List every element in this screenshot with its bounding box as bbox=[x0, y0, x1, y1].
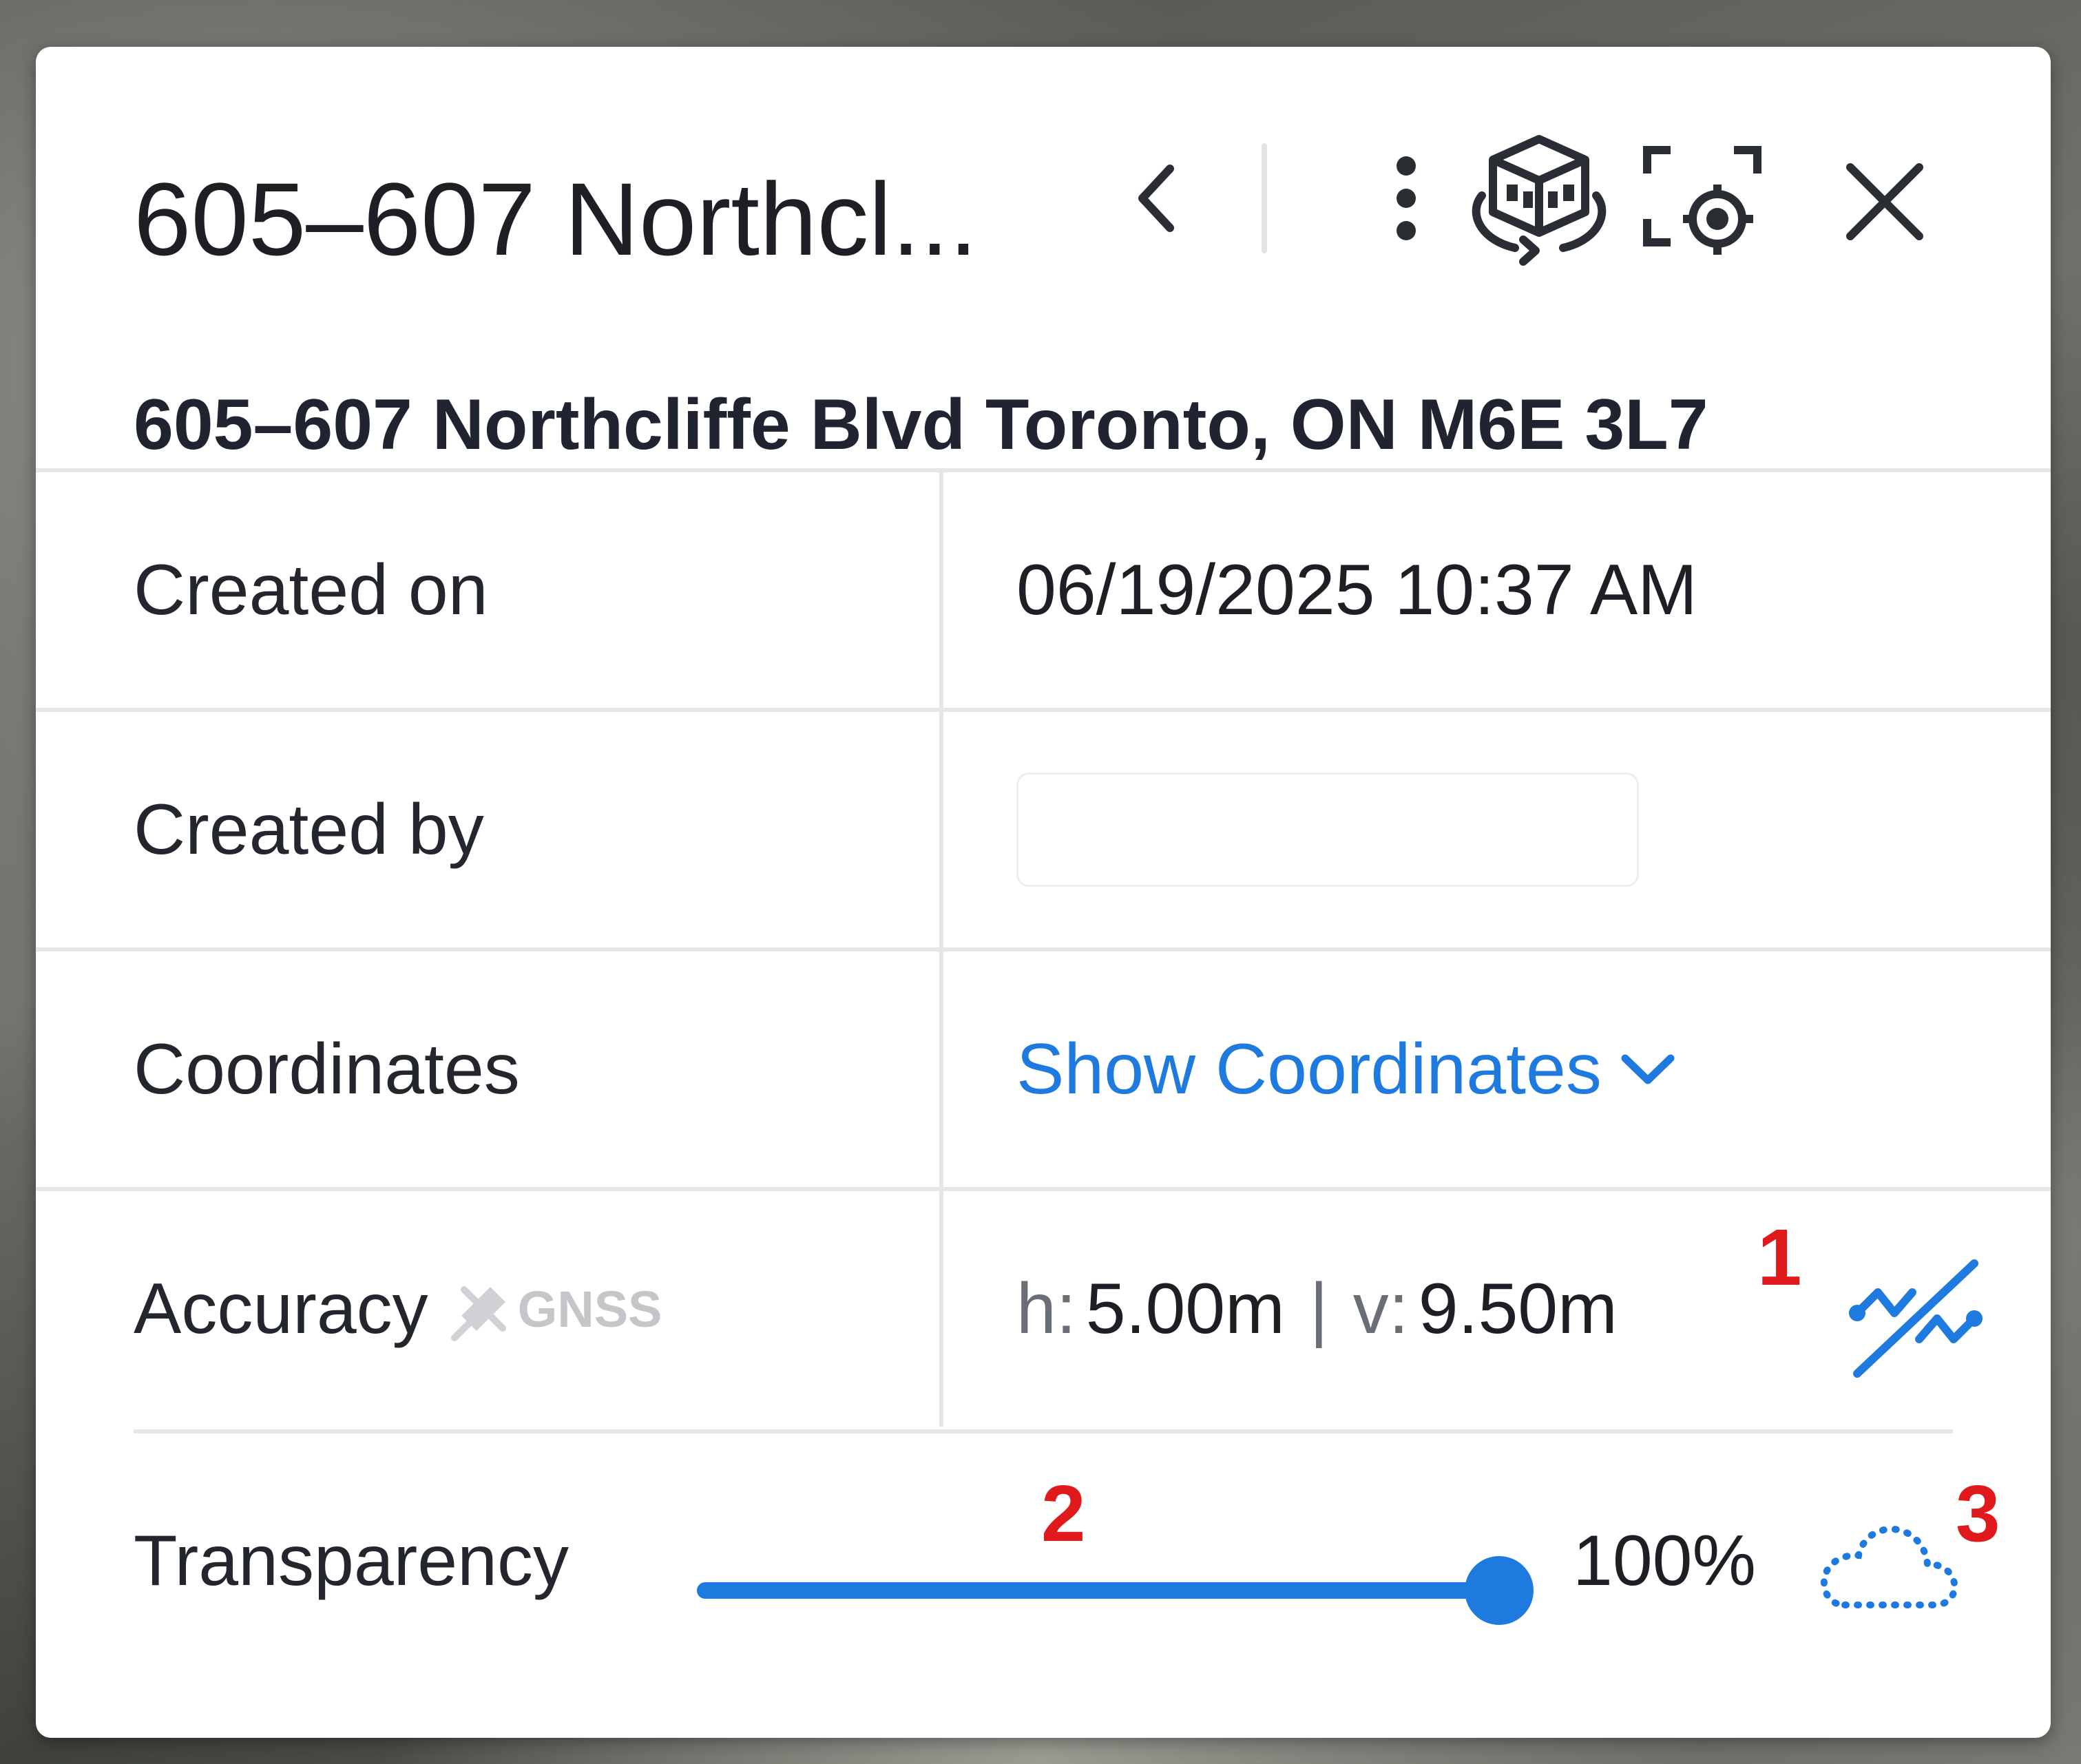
focus-target-icon bbox=[1643, 146, 1761, 255]
accuracy-separator: | bbox=[1309, 1268, 1328, 1349]
more-vertical-icon bbox=[1397, 156, 1416, 240]
annotation-2: 2 bbox=[1041, 1469, 1086, 1558]
accuracy-settings-button[interactable] bbox=[1840, 1246, 1991, 1384]
zoom-to-feature-button[interactable] bbox=[1633, 136, 1771, 267]
panel-header: 605–607 Northcl... bbox=[36, 47, 2051, 322]
address-subtitle: 605–607 Northcliffe Blvd Toronto, ON M6E… bbox=[134, 385, 1708, 465]
back-button[interactable] bbox=[1110, 150, 1206, 246]
accuracy-adjust-icon bbox=[1849, 1259, 1983, 1378]
accuracy-value: h: 5.00m | v: 9.50m bbox=[1016, 1191, 1618, 1427]
show-coordinates-label: Show Coordinates bbox=[1016, 1029, 1602, 1109]
created-on-value: 06/19/2025 10:37 AM bbox=[1016, 549, 1697, 630]
column-divider bbox=[939, 472, 943, 708]
more-options-button[interactable] bbox=[1358, 143, 1454, 253]
created-by-value bbox=[1016, 712, 1639, 947]
close-button[interactable] bbox=[1833, 150, 1936, 253]
show-coordinates-link[interactable]: Show Coordinates bbox=[1016, 1029, 1679, 1111]
3d-building-icon bbox=[1472, 135, 1607, 266]
transparency-slider[interactable] bbox=[697, 1556, 1534, 1625]
panel-title: 605–607 Northcl... bbox=[134, 162, 978, 276]
column-divider bbox=[939, 952, 943, 1187]
3d-model-button[interactable] bbox=[1460, 123, 1618, 274]
gnss-badge: GNSS bbox=[449, 1274, 662, 1343]
gnss-badge-label: GNSS bbox=[517, 1280, 662, 1338]
details-table: Created on 06/19/2025 10:37 AM Created b… bbox=[36, 468, 2051, 1427]
created-on-label: Created on bbox=[134, 549, 488, 630]
feature-details-panel: 605–607 Northcl... 605–607 Northcliffe B… bbox=[36, 47, 2051, 1738]
column-divider bbox=[939, 1191, 943, 1427]
close-icon bbox=[1846, 163, 1923, 240]
transparency-slider-fill bbox=[697, 1582, 1499, 1599]
dotted-cloud-icon bbox=[1820, 1525, 1958, 1608]
coordinates-value: Show Coordinates bbox=[1016, 952, 1679, 1187]
table-row-coordinates: Coordinates Show Coordinates bbox=[36, 947, 2051, 1187]
table-row-accuracy: Accuracy GNSS h: 5.00m | v: 9.50m bbox=[36, 1187, 2051, 1427]
transparency-slider-thumb[interactable] bbox=[1465, 1556, 1534, 1625]
transparency-value: 100% bbox=[1573, 1521, 1756, 1601]
cloud-toggle-button[interactable] bbox=[1814, 1502, 1965, 1626]
accuracy-label: Accuracy bbox=[134, 1268, 428, 1349]
table-row-created-on: Created on 06/19/2025 10:37 AM bbox=[36, 468, 2051, 708]
column-divider bbox=[939, 712, 943, 947]
horizontal-accuracy: 5.00m bbox=[1085, 1268, 1285, 1349]
created-by-label: Created by bbox=[134, 789, 484, 870]
header-divider bbox=[1262, 143, 1267, 253]
chevron-down-icon bbox=[1621, 1054, 1675, 1084]
satellite-icon bbox=[450, 1286, 506, 1341]
accuracy-label-cell: Accuracy GNSS bbox=[134, 1191, 662, 1427]
annotation-3: 3 bbox=[1956, 1469, 2000, 1558]
table-row-created-by: Created by bbox=[36, 708, 2051, 947]
vertical-prefix: v: bbox=[1352, 1268, 1409, 1349]
transparency-label: Transparency bbox=[134, 1521, 569, 1601]
horizontal-prefix: h: bbox=[1016, 1268, 1076, 1349]
coordinates-label: Coordinates bbox=[134, 1029, 520, 1109]
annotation-1: 1 bbox=[1757, 1212, 1802, 1302]
created-by-field bbox=[1016, 773, 1639, 887]
vertical-accuracy: 9.50m bbox=[1418, 1268, 1618, 1349]
chevron-left-icon bbox=[1138, 165, 1174, 232]
